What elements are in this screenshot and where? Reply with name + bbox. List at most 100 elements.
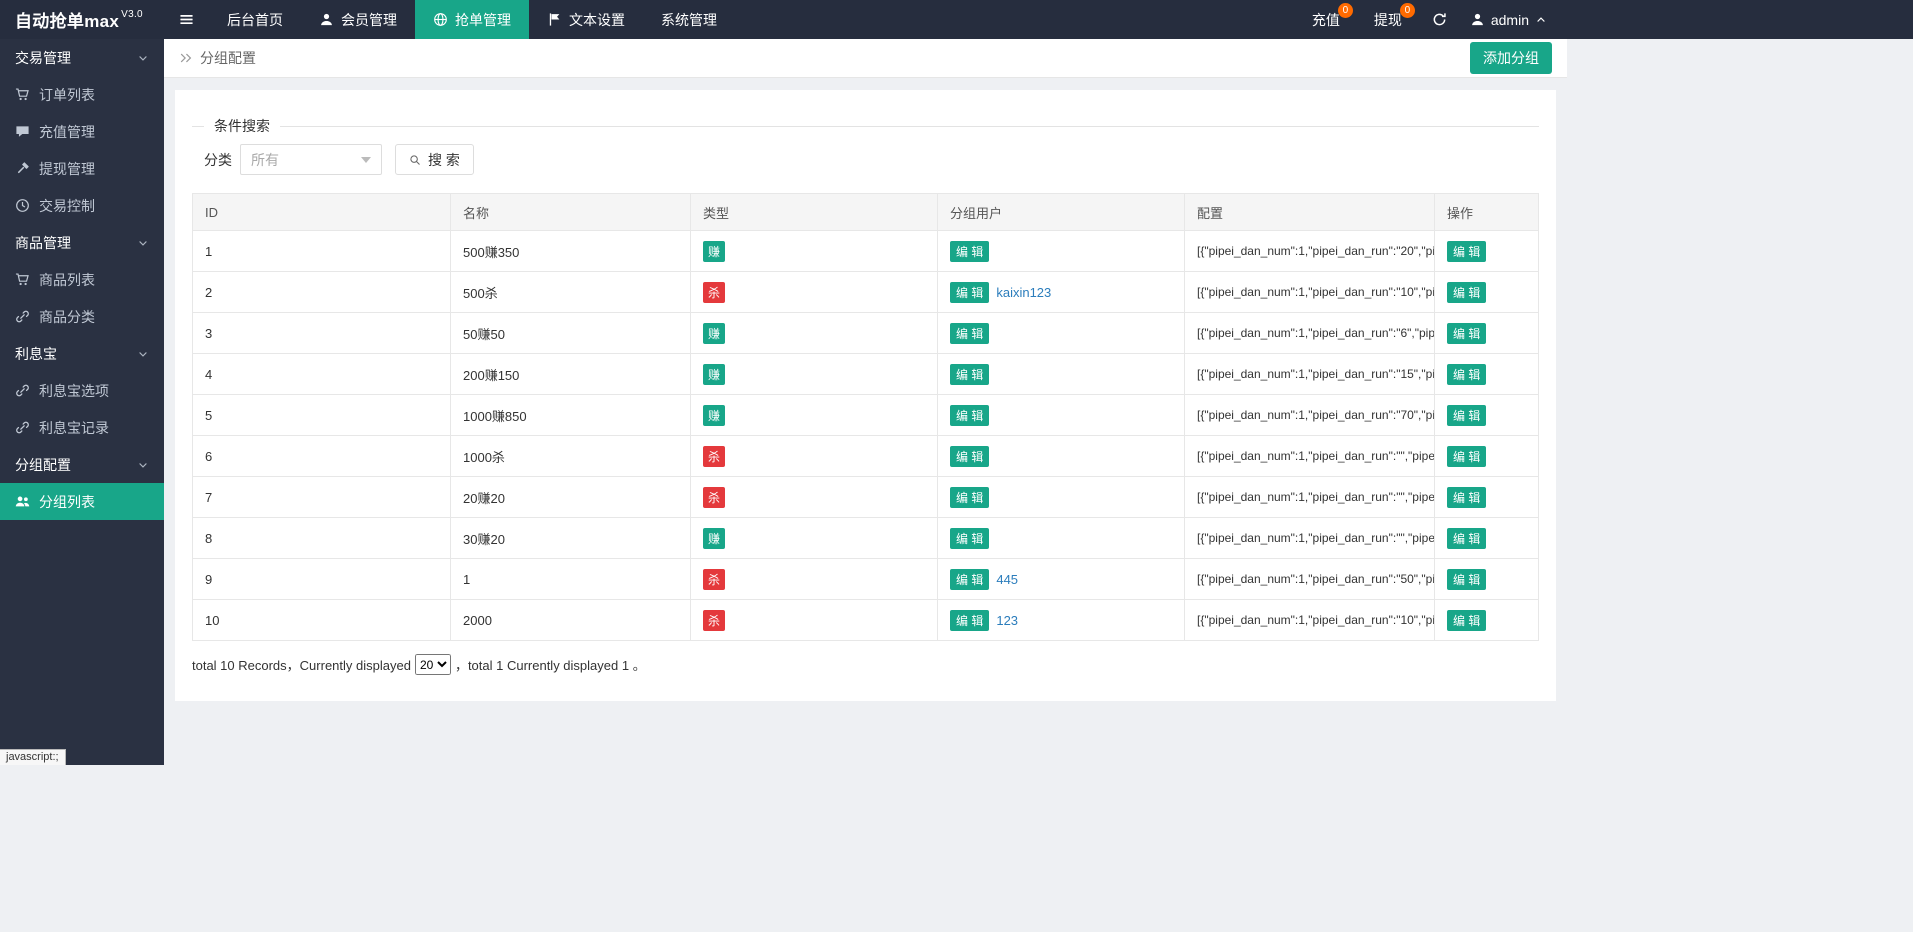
edit-users-button[interactable]: 编 辑	[950, 282, 989, 303]
table-header-row: ID名称类型分组用户配置操作	[193, 194, 1539, 231]
chevron-down-icon	[137, 459, 149, 471]
top-nav-orders[interactable]: 抢单管理	[415, 0, 529, 39]
top-nav-members[interactable]: 会员管理	[301, 0, 415, 39]
top-nav-dashboard[interactable]: 后台首页	[209, 0, 301, 39]
sidebar-item-goods-list[interactable]: 商品列表	[0, 261, 164, 298]
sidebar: 交易管理订单列表充值管理提现管理交易控制商品管理商品列表商品分类利息宝利息宝选项…	[0, 39, 164, 765]
cell-type: 赚	[691, 313, 938, 354]
sidebar-group-trade-manage[interactable]: 交易管理	[0, 39, 164, 76]
type-badge[interactable]: 杀	[703, 487, 725, 508]
edit-users-button[interactable]: 编 辑	[950, 241, 989, 262]
cell-name: 20赚20	[451, 477, 691, 518]
top-nav-text-settings[interactable]: 文本设置	[529, 0, 643, 39]
type-badge[interactable]: 杀	[703, 610, 725, 631]
recharge-label: 充值	[1312, 10, 1340, 30]
table-row: 2500杀杀编 辑kaixin123[{"pipei_dan_num":1,"p…	[193, 272, 1539, 313]
app-logo: 自动抢单maxV3.0	[0, 0, 164, 39]
user-icon	[1470, 12, 1485, 27]
edit-users-button[interactable]: 编 辑	[950, 610, 989, 631]
sidebar-item-label: 交易控制	[39, 196, 95, 216]
column-header: ID	[193, 194, 451, 231]
chevron-down-icon	[137, 52, 149, 64]
edit-config-button[interactable]: 编 辑	[1447, 569, 1486, 590]
cell-type: 杀	[691, 600, 938, 641]
search-button[interactable]: 搜 索	[395, 144, 474, 175]
cell-name: 500赚350	[451, 231, 691, 272]
edit-users-button[interactable]: 编 辑	[950, 405, 989, 426]
refresh-button[interactable]	[1419, 0, 1460, 39]
column-header: 操作	[1435, 194, 1539, 231]
edit-users-button[interactable]: 编 辑	[950, 487, 989, 508]
cell-group-users: 编 辑	[938, 518, 1185, 559]
cell-id: 2	[193, 272, 451, 313]
chevron-down-icon	[137, 237, 149, 249]
sidebar-group-goods-manage[interactable]: 商品管理	[0, 224, 164, 261]
sidebar-group-group-config[interactable]: 分组配置	[0, 446, 164, 483]
edit-users-button[interactable]: 编 辑	[950, 323, 989, 344]
user-icon	[319, 12, 334, 27]
edit-config-button[interactable]: 编 辑	[1447, 487, 1486, 508]
sidebar-item-goods-category[interactable]: 商品分类	[0, 298, 164, 335]
edit-config-button[interactable]: 编 辑	[1447, 610, 1486, 631]
cell-actions: 编 辑	[1435, 600, 1539, 641]
edit-config-button[interactable]: 编 辑	[1447, 446, 1486, 467]
logo-version: V3.0	[121, 9, 143, 20]
refresh-icon	[1432, 12, 1447, 27]
comment-icon	[15, 124, 30, 139]
cell-actions: 编 辑	[1435, 477, 1539, 518]
type-badge[interactable]: 赚	[703, 323, 725, 344]
edit-config-button[interactable]: 编 辑	[1447, 241, 1486, 262]
sidebar-item-lixibao-options[interactable]: 利息宝选项	[0, 372, 164, 409]
cell-group-users: 编 辑	[938, 436, 1185, 477]
cell-name: 50赚50	[451, 313, 691, 354]
username: admin	[1491, 12, 1529, 28]
cell-type: 赚	[691, 518, 938, 559]
recharge-button[interactable]: 充值0	[1295, 0, 1357, 39]
type-badge[interactable]: 杀	[703, 282, 725, 303]
cart-icon	[15, 272, 30, 287]
user-link[interactable]: 445	[996, 572, 1018, 587]
user-link[interactable]: 123	[996, 613, 1018, 628]
type-badge[interactable]: 赚	[703, 364, 725, 385]
cell-config: [{"pipei_dan_num":1,"pipei_dan_run":"","…	[1185, 477, 1435, 518]
sidebar-item-group-list[interactable]: 分组列表	[0, 483, 164, 520]
gavel-icon	[15, 161, 30, 176]
sidebar-group-label: 分组配置	[15, 455, 71, 475]
withdraw-button[interactable]: 提现0	[1357, 0, 1419, 39]
top-actions: 充值0提现0	[1295, 0, 1419, 39]
sidebar-item-trade-control[interactable]: 交易控制	[0, 187, 164, 224]
sidebar-group-lixibao[interactable]: 利息宝	[0, 335, 164, 372]
menu-toggle-button[interactable]	[164, 0, 209, 39]
user-menu[interactable]: admin	[1460, 0, 1561, 39]
edit-users-button[interactable]: 编 辑	[950, 569, 989, 590]
edit-config-button[interactable]: 编 辑	[1447, 364, 1486, 385]
sidebar-item-lixibao-records[interactable]: 利息宝记录	[0, 409, 164, 446]
add-group-button[interactable]: 添加分组	[1470, 42, 1552, 74]
edit-config-button[interactable]: 编 辑	[1447, 528, 1486, 549]
cell-name: 500杀	[451, 272, 691, 313]
edit-config-button[interactable]: 编 辑	[1447, 405, 1486, 426]
type-badge[interactable]: 杀	[703, 446, 725, 467]
page-size-select[interactable]: 20	[415, 654, 451, 675]
edit-config-button[interactable]: 编 辑	[1447, 323, 1486, 344]
browser-viewport: 自动抢单maxV3.0 后台首页会员管理抢单管理文本设置系统管理 充值0提现0 …	[0, 0, 1913, 765]
sidebar-group-label: 利息宝	[15, 344, 57, 364]
sidebar-item-recharge-manage[interactable]: 充值管理	[0, 113, 164, 150]
user-link[interactable]: kaixin123	[996, 285, 1051, 300]
edit-users-button[interactable]: 编 辑	[950, 528, 989, 549]
edit-users-button[interactable]: 编 辑	[950, 446, 989, 467]
type-badge[interactable]: 赚	[703, 241, 725, 262]
category-select[interactable]: 所有	[240, 144, 382, 175]
sidebar-item-order-list[interactable]: 订单列表	[0, 76, 164, 113]
content-card: 条件搜索 分类 所有 搜 索	[175, 90, 1556, 701]
top-nav-system[interactable]: 系统管理	[643, 0, 735, 39]
type-badge[interactable]: 赚	[703, 405, 725, 426]
type-badge[interactable]: 杀	[703, 569, 725, 590]
edit-config-button[interactable]: 编 辑	[1447, 282, 1486, 303]
sidebar-item-withdraw-manage[interactable]: 提现管理	[0, 150, 164, 187]
topbar: 自动抢单maxV3.0 后台首页会员管理抢单管理文本设置系统管理 充值0提现0 …	[0, 0, 1913, 39]
sidebar-item-label: 商品列表	[39, 270, 95, 290]
edit-users-button[interactable]: 编 辑	[950, 364, 989, 385]
table-row: 720赚20杀编 辑[{"pipei_dan_num":1,"pipei_dan…	[193, 477, 1539, 518]
type-badge[interactable]: 赚	[703, 528, 725, 549]
